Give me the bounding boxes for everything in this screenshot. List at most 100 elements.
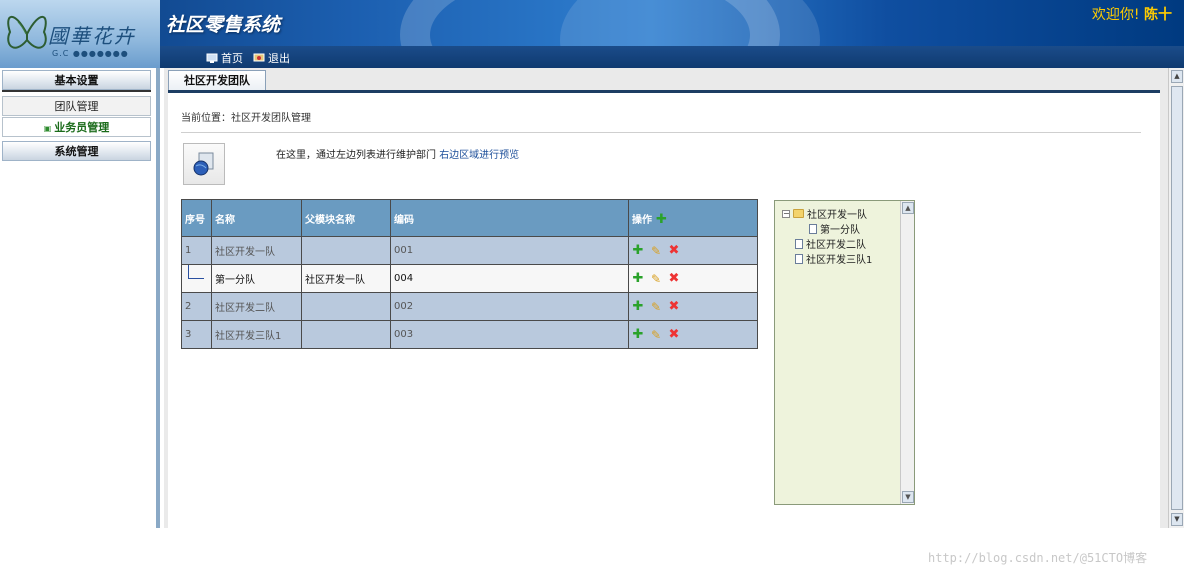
sidebar-item-salesman-label: 业务员管理 — [54, 121, 110, 134]
document-icon — [809, 223, 817, 234]
welcome-label: 欢迎你! — [1091, 7, 1140, 23]
tab-team[interactable]: 社区开发团队 — [168, 70, 266, 92]
cell-ops: ✚ ✎ ✖ — [628, 236, 758, 265]
scroll-thumb[interactable] — [1171, 86, 1183, 510]
breadcrumb: 当前位置：社区开发团队管理 — [181, 113, 311, 124]
top-nav: 首页 退出 — [160, 46, 1184, 68]
edit-pencil-icon[interactable]: ✎ — [650, 245, 662, 257]
sidebar-section-basic[interactable]: 基本设置 — [2, 70, 151, 90]
tree-node-team1[interactable]: − 社区开发一队 — [782, 206, 867, 221]
tree-node-team2[interactable]: 社区开发二队 — [795, 236, 866, 251]
edit-pencil-icon[interactable]: ✎ — [650, 301, 662, 313]
cell-index: 2 — [181, 292, 212, 321]
cell-ops: ✚ ✎ ✖ — [628, 264, 758, 293]
app-header: 國華花卉 G.C ●●●●●●● 社区零售系统 欢迎你! 陈十 首页 退出 — [0, 0, 1184, 68]
globe-computer-icon — [183, 143, 225, 185]
sidebar-divider — [2, 90, 151, 92]
sidebar-item-team[interactable]: 团队管理 — [2, 96, 151, 116]
home-icon — [206, 53, 218, 63]
tree-node-label: 社区开发一队 — [807, 210, 867, 221]
cell-parent — [301, 292, 391, 321]
document-icon — [795, 238, 803, 249]
team-table: 序号 名称 父模块名称 编码 操作 ✚ 1 社区开发一队 001 ✚ ✎ ✖ 第… — [181, 199, 758, 349]
hint-body: 在这里，通过左边列表进行维护部门 — [276, 150, 436, 161]
cell-index — [181, 264, 212, 293]
page-scrollbar[interactable]: ▲ ▼ — [1168, 68, 1184, 528]
cell-index: 3 — [181, 320, 212, 349]
cell-name: 社区开发三队1 — [211, 320, 302, 349]
cell-ops: ✚ ✎ ✖ — [628, 292, 758, 321]
col-ops: 操作 ✚ — [628, 199, 758, 237]
content-panel: 当前位置：社区开发团队管理 在这里，通过左边列表进行维护部门 右边区域进行预览 … — [168, 93, 1160, 528]
cell-name: 第一分队 — [211, 264, 302, 293]
sidebar-item-salesman[interactable]: ▣ 业务员管理 — [2, 117, 151, 137]
nav-home[interactable]: 首页 — [206, 50, 243, 66]
cell-code: 003 — [390, 320, 629, 349]
edit-pencil-icon[interactable]: ✎ — [650, 273, 662, 285]
scroll-up-icon[interactable]: ▲ — [902, 202, 914, 214]
delete-icon[interactable]: ✖ — [668, 328, 680, 341]
tree-node-label: 社区开发三队1 — [806, 255, 873, 266]
tree-node-label: 第一分队 — [820, 225, 860, 236]
arrow-right-icon: ▣ — [43, 124, 52, 133]
logout-icon — [253, 53, 265, 61]
cell-parent: 社区开发一队 — [301, 264, 391, 293]
logo-text: 國華花卉 — [48, 24, 136, 48]
watermark: http://blog.csdn.net/@51CTO博客 — [928, 551, 1148, 565]
main-area: 社区开发团队 当前位置：社区开发团队管理 在这里，通过左边列表进行维护部门 右边… — [164, 68, 1168, 528]
divider — [181, 132, 1141, 133]
table-row: 3 社区开发三队1 003 ✚ ✎ ✖ — [181, 320, 758, 349]
butterfly-logo-icon — [7, 15, 47, 49]
add-root-icon[interactable]: ✚ — [655, 213, 667, 226]
tree-node-label: 社区开发二队 — [806, 240, 866, 251]
system-title: 社区零售系统 — [166, 14, 281, 36]
table-row: 1 社区开发一队 001 ✚ ✎ ✖ — [181, 236, 758, 265]
table-header-row: 序号 名称 父模块名称 编码 操作 ✚ — [181, 199, 758, 237]
cell-code: 004 — [390, 264, 629, 293]
col-parent: 父模块名称 — [301, 199, 391, 237]
logo-subtext: G.C ●●●●●●● — [52, 49, 129, 58]
add-icon[interactable]: ✚ — [632, 272, 644, 285]
col-index: 序号 — [181, 199, 212, 237]
add-icon[interactable]: ✚ — [632, 328, 644, 341]
sidebar: 基本设置 团队管理 ▣ 业务员管理 系统管理 — [0, 68, 160, 528]
tree-node-team3[interactable]: 社区开发三队1 — [795, 251, 872, 266]
nav-logout[interactable]: 退出 — [253, 50, 290, 66]
delete-icon[interactable]: ✖ — [668, 300, 680, 313]
cell-name: 社区开发一队 — [211, 236, 302, 265]
sidebar-section-system[interactable]: 系统管理 — [2, 141, 151, 161]
delete-icon[interactable]: ✖ — [668, 272, 680, 285]
tree-scrollbar[interactable]: ▲ ▼ — [900, 201, 914, 504]
welcome-text: 欢迎你! 陈十 — [1092, 4, 1172, 24]
col-code: 编码 — [390, 199, 629, 237]
logo-area: 國華花卉 G.C ●●●●●●● — [0, 0, 160, 68]
cell-index: 1 — [181, 236, 212, 265]
folder-icon — [793, 209, 804, 218]
nav-home-label: 首页 — [221, 52, 243, 65]
collapse-icon[interactable]: − — [782, 209, 790, 218]
scroll-down-icon[interactable]: ▼ — [902, 491, 914, 503]
table-row: 第一分队 社区开发一队 004 ✚ ✎ ✖ — [181, 264, 758, 293]
table-row: 2 社区开发二队 002 ✚ ✎ ✖ — [181, 292, 758, 321]
preview-link[interactable]: 右边区域进行预览 — [439, 150, 519, 161]
cell-code: 002 — [390, 292, 629, 321]
user-name: 陈十 — [1144, 7, 1172, 23]
tree-branch-line — [188, 265, 204, 279]
add-icon[interactable]: ✚ — [632, 300, 644, 313]
col-name: 名称 — [211, 199, 302, 237]
add-icon[interactable]: ✚ — [632, 244, 644, 257]
cell-parent — [301, 236, 391, 265]
tree-node-squad1[interactable]: 第一分队 — [809, 221, 860, 236]
nav-logout-label: 退出 — [268, 52, 290, 65]
cell-parent — [301, 320, 391, 349]
cell-code: 001 — [390, 236, 629, 265]
delete-icon[interactable]: ✖ — [668, 244, 680, 257]
cell-ops: ✚ ✎ ✖ — [628, 320, 758, 349]
tree-preview-panel: − 社区开发一队 第一分队 社区开发二队 社区开发三队1 ▲ ▼ — [774, 200, 915, 505]
document-icon — [795, 253, 803, 264]
hint-text: 在这里，通过左边列表进行维护部门 右边区域进行预览 — [276, 146, 519, 161]
edit-pencil-icon[interactable]: ✎ — [650, 329, 662, 341]
cell-name: 社区开发二队 — [211, 292, 302, 321]
scroll-down-icon[interactable]: ▼ — [1171, 513, 1183, 526]
scroll-up-icon[interactable]: ▲ — [1171, 70, 1183, 83]
